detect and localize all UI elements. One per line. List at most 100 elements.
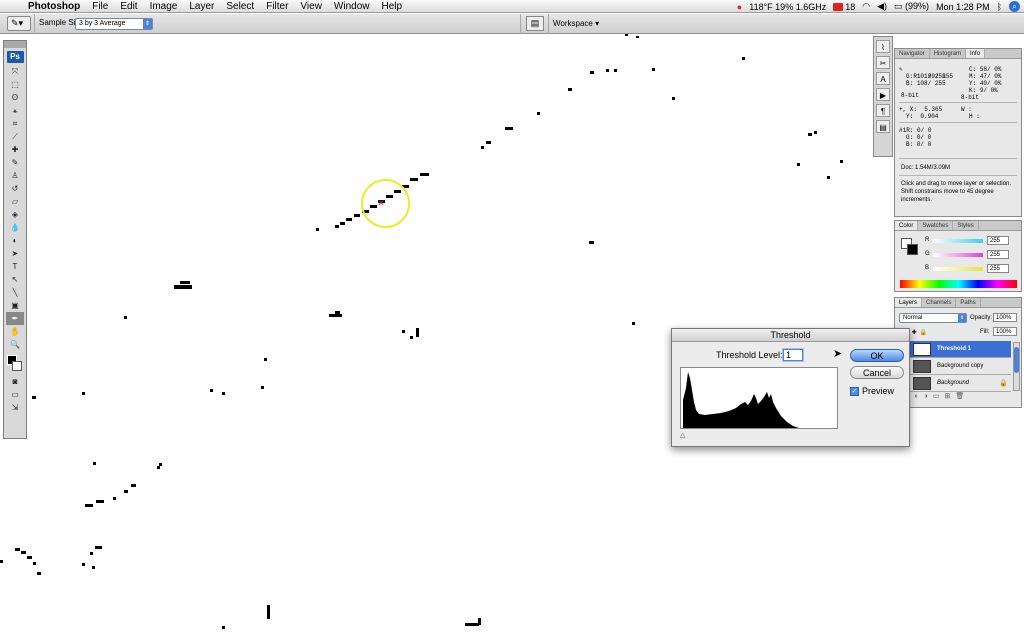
zoom-tool-icon[interactable]: 🔍 <box>6 338 24 351</box>
tool-preset-picker[interactable]: ✎▾ <box>7 16 31 31</box>
info-m: 47/ 0% <box>979 73 1002 80</box>
image-pixel-speck <box>85 504 93 507</box>
dodge-tool-icon[interactable]: ◐ <box>6 234 24 247</box>
b-value[interactable]: 255 <box>987 264 1009 273</box>
layer-row-threshold[interactable]: ◉ Threshold 1 <box>899 341 1011 358</box>
blend-mode-select[interactable]: Normal ⇕ <box>899 313 967 323</box>
image-pixel-speck <box>625 34 628 36</box>
layer-row-background-copy[interactable]: Background copy <box>899 358 1011 375</box>
b-slider[interactable] <box>933 267 983 271</box>
app-status-icon[interactable]: ● <box>737 2 742 12</box>
direct-selection-tool-icon[interactable]: ↖ <box>6 273 24 286</box>
brush-tool-icon[interactable]: ✎ <box>6 156 24 169</box>
gmail-notifier[interactable]: 18 <box>833 2 855 12</box>
tab-layers[interactable]: Layers <box>895 298 923 307</box>
path-selection-tool-icon[interactable]: ➤ <box>6 247 24 260</box>
cancel-button[interactable]: Cancel <box>850 366 904 379</box>
ok-button[interactable]: OK <box>850 349 904 362</box>
clock[interactable]: Mon 1:28 PM <box>936 2 990 12</box>
hand-tool-icon[interactable]: ✋ <box>6 325 24 338</box>
workspace-menu[interactable]: Workspace ▾ <box>553 19 599 28</box>
blur-tool-icon[interactable]: 💧 <box>6 221 24 234</box>
tab-styles[interactable]: Styles <box>953 221 979 230</box>
sample-size-select[interactable]: 3 by 3 Average ⇕ <box>75 18 153 30</box>
background-color-chip[interactable] <box>907 244 918 255</box>
tool-presets-panel-icon[interactable]: ✂ <box>876 56 890 69</box>
r-slider[interactable] <box>933 239 983 243</box>
layer-comps-panel-icon[interactable]: ▤ <box>876 120 890 133</box>
eraser-tool-icon[interactable]: ▱ <box>6 195 24 208</box>
menu-layer[interactable]: Layer <box>183 1 220 12</box>
threshold-histogram[interactable] <box>680 367 838 429</box>
spotlight-icon[interactable]: ⌕ <box>1009 1 1020 12</box>
layer-row-background[interactable]: Background 🔒 <box>899 375 1011 392</box>
paint-bucket-tool-icon[interactable]: ◈ <box>6 208 24 221</box>
tab-color[interactable]: Color <box>895 221 919 230</box>
tab-channels[interactable]: Channels <box>922 298 957 307</box>
notes-tool-icon[interactable]: ▣ <box>6 299 24 312</box>
bluetooth-icon[interactable]: ᛒ <box>997 2 1002 12</box>
fill-field[interactable]: 100% <box>993 327 1017 336</box>
marquee-tool-icon[interactable]: ⬚ <box>6 78 24 91</box>
layer-actions-bar[interactable]: fx◐◑▭⊞🗑 <box>899 392 1017 404</box>
palette-well-icon[interactable]: ▤ <box>526 16 544 31</box>
actions-panel-icon[interactable]: ▶ <box>876 88 890 101</box>
wifi-icon[interactable]: ◠ <box>862 1 870 12</box>
jump-to-imageready-icon[interactable]: ⇲ <box>6 401 24 414</box>
opacity-field[interactable]: 100% <box>993 313 1017 322</box>
ps-logo[interactable]: Ps <box>6 51 24 63</box>
crop-tool-icon[interactable]: ⌗ <box>6 117 24 130</box>
app-menu[interactable]: Photoshop <box>22 1 86 12</box>
info-bitdepth-right: 8-bit <box>961 94 980 101</box>
r-value[interactable]: 255 <box>987 236 1009 245</box>
toolbox-header[interactable] <box>4 41 26 48</box>
eyedropper-tool-icon[interactable]: ✒ <box>6 312 24 325</box>
menu-view[interactable]: View <box>294 1 328 12</box>
history-brush-tool-icon[interactable]: ↺ <box>6 182 24 195</box>
tab-navigator[interactable]: Navigator <box>895 49 930 58</box>
menu-image[interactable]: Image <box>144 1 184 12</box>
tab-histogram[interactable]: Histogram <box>930 49 967 58</box>
preview-checkbox[interactable]: ✓ Preview <box>850 386 894 396</box>
battery-status[interactable]: ▭ (99%) <box>894 1 929 12</box>
clone-stamp-tool-icon[interactable]: ♙ <box>6 169 24 182</box>
magic-wand-tool-icon[interactable]: ⚹ <box>6 104 24 117</box>
paragraph-panel-icon[interactable]: ¶ <box>876 104 890 117</box>
image-pixel-speck <box>222 392 225 395</box>
g-value[interactable]: 255 <box>987 250 1009 259</box>
healing-brush-tool-icon[interactable]: ✚ <box>6 143 24 156</box>
menu-filter[interactable]: Filter <box>260 1 294 12</box>
image-pixel-speck <box>410 178 418 181</box>
volume-icon[interactable]: ◀) <box>877 1 887 12</box>
line-tool-icon[interactable]: ╲ <box>6 286 24 299</box>
color-spectrum-ramp[interactable] <box>900 280 1017 288</box>
g-slider[interactable] <box>933 253 983 257</box>
background-color-swatch[interactable] <box>12 361 22 371</box>
menu-edit[interactable]: Edit <box>114 1 143 12</box>
lasso-tool-icon[interactable]: ʘ <box>6 91 24 104</box>
histogram-slider-icon[interactable]: △ <box>680 431 685 439</box>
character-panel-icon[interactable]: A <box>876 72 890 85</box>
system-info[interactable]: 118°F 19% 1.6GHz <box>749 2 826 12</box>
move-tool-icon[interactable]: ⤧ <box>6 65 24 78</box>
menu-window[interactable]: Window <box>328 1 376 12</box>
color-swatches[interactable] <box>4 353 26 375</box>
divider <box>520 14 521 34</box>
image-pixel-speck <box>27 556 32 559</box>
scrollbar-thumb[interactable] <box>1014 347 1019 373</box>
slice-tool-icon[interactable]: ⟋ <box>6 130 24 143</box>
menu-select[interactable]: Select <box>220 1 260 12</box>
tab-info[interactable]: Info <box>966 49 986 58</box>
tab-swatches[interactable]: Swatches <box>918 221 954 230</box>
type-tool-icon[interactable]: T <box>6 260 24 273</box>
tab-paths[interactable]: Paths <box>956 298 981 307</box>
quick-mask-icon[interactable]: ◙ <box>6 375 24 388</box>
threshold-level-input[interactable]: 1 <box>783 349 803 361</box>
info-x: 5.365 <box>924 106 943 113</box>
menu-file[interactable]: File <box>86 1 114 12</box>
screen-mode-icon[interactable]: ▭ <box>6 388 24 401</box>
menu-help[interactable]: Help <box>376 1 409 12</box>
dialog-title[interactable]: Threshold <box>672 329 909 342</box>
layers-scrollbar[interactable] <box>1013 342 1020 391</box>
brushes-panel-icon[interactable]: ⌇ <box>876 40 890 53</box>
